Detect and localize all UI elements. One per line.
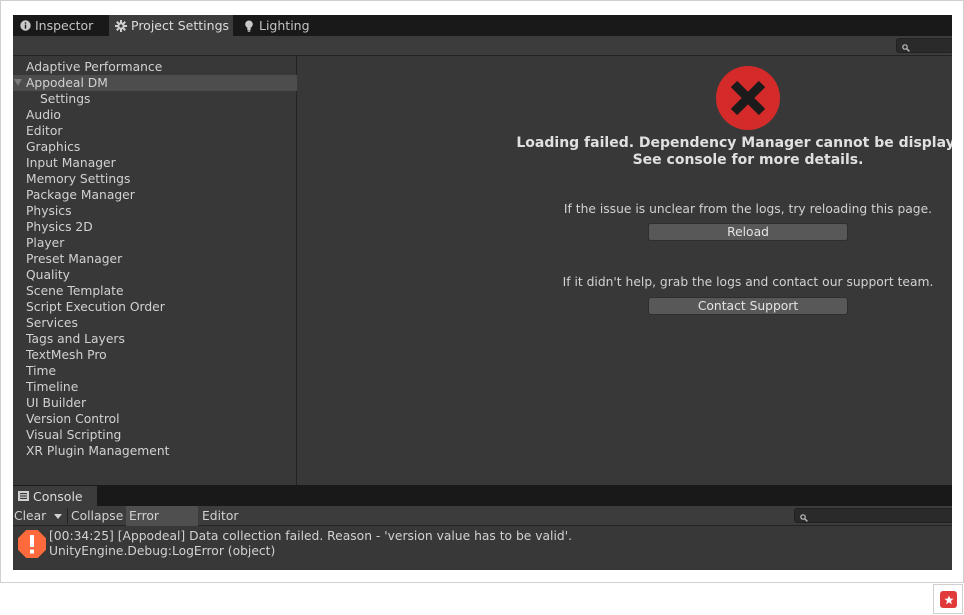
- sidebar-item-label: Quality: [26, 268, 70, 282]
- reload-button[interactable]: Reload: [648, 223, 848, 241]
- sidebar-item-script-execution-order[interactable]: Script Execution Order: [13, 299, 297, 315]
- settings-toolbar: [13, 36, 952, 56]
- sidebar-item-visual-scripting[interactable]: Visual Scripting: [13, 427, 297, 443]
- window-frame: Inspector Project Settings Lighting Adap…: [0, 0, 964, 583]
- error-message: Loading failed. Dependency Manager canno…: [498, 135, 952, 169]
- clear-options-dropdown[interactable]: [50, 506, 64, 526]
- sidebar-item-label: Graphics: [26, 140, 81, 154]
- sidebar-item-time[interactable]: Time: [13, 363, 297, 379]
- console-panel: Console Clear Collapse Error Pause Edito…: [13, 485, 952, 570]
- tab-label: Inspector: [35, 18, 94, 33]
- sidebar-item-physics-2d[interactable]: Physics 2D: [13, 219, 297, 235]
- settings-content: Loading failed. Dependency Manager canno…: [298, 56, 952, 485]
- sidebar-item-label: Package Manager: [26, 188, 135, 202]
- sidebar-item-appodeal-dm[interactable]: Appodeal DM: [13, 75, 297, 91]
- console-tab-bar: Console: [13, 486, 952, 506]
- tab-console[interactable]: Console: [13, 486, 97, 506]
- corner-badge-frame: [933, 584, 963, 614]
- search-icon: [800, 511, 808, 525]
- sidebar-item-label: Editor: [26, 124, 63, 138]
- sidebar-item-label: Input Manager: [26, 156, 116, 170]
- sidebar-item-editor[interactable]: Editor: [13, 123, 297, 139]
- tab-label: Console: [33, 488, 83, 504]
- sidebar-item-package-manager[interactable]: Package Manager: [13, 187, 297, 203]
- sidebar-item-label: Adaptive Performance: [26, 60, 163, 74]
- error-x-icon: [716, 66, 780, 130]
- sidebar-item-label: Physics: [26, 204, 72, 218]
- sidebar-item-label: Physics 2D: [26, 220, 93, 234]
- sidebar-item-memory-settings[interactable]: Memory Settings: [13, 171, 297, 187]
- tab-label: Project Settings: [131, 18, 230, 33]
- sidebar-item-services[interactable]: Services: [13, 315, 297, 331]
- sidebar-item-label: Scene Template: [26, 284, 124, 298]
- error-line-1: Loading failed. Dependency Manager canno…: [516, 135, 952, 151]
- sidebar-item-label: Audio: [26, 108, 61, 122]
- sidebar-item-label: Memory Settings: [26, 172, 131, 186]
- console-toolbar: Clear Collapse Error Pause Editor: [13, 506, 952, 543]
- error-line-2: See console for more details.: [632, 152, 864, 168]
- sidebar-item-version-control[interactable]: Version Control: [13, 411, 297, 427]
- search-icon: [902, 41, 910, 55]
- sidebar-item-preset-manager[interactable]: Preset Manager: [13, 251, 297, 267]
- sidebar-item-audio[interactable]: Audio: [13, 107, 297, 123]
- sidebar-item-label: Visual Scripting: [26, 428, 122, 442]
- sidebar-item-ui-builder[interactable]: UI Builder: [13, 395, 297, 411]
- info-icon: [19, 20, 31, 32]
- editor-dropdown-label: Editor: [202, 509, 239, 523]
- unity-editor: Inspector Project Settings Lighting Adap…: [13, 15, 952, 570]
- sidebar-item-label: Tags and Layers: [26, 332, 125, 346]
- sidebar-item-label: Settings: [40, 92, 91, 106]
- sidebar-item-label: TextMesh Pro: [26, 348, 107, 362]
- sidebar-item-label: Timeline: [26, 380, 79, 394]
- lightbulb-icon: [243, 20, 255, 32]
- sidebar-item-scene-template[interactable]: Scene Template: [13, 283, 297, 299]
- clear-button[interactable]: Clear: [13, 506, 46, 526]
- log-stacktrace: UnityEngine.Debug:LogError (object): [49, 544, 276, 558]
- tab-lighting[interactable]: Lighting: [237, 15, 327, 36]
- sidebar-item-label: Player: [26, 236, 65, 250]
- tab-project-settings[interactable]: Project Settings: [109, 15, 233, 36]
- sidebar-item-tags-and-layers[interactable]: Tags and Layers: [13, 331, 297, 347]
- sidebar-item-label: UI Builder: [26, 396, 87, 410]
- console-list-icon: [18, 491, 29, 501]
- sidebar-item-player[interactable]: Player: [13, 235, 297, 251]
- sidebar-item-label: Version Control: [26, 412, 120, 426]
- sidebar-item-xr-plugin-management[interactable]: XR Plugin Management: [13, 443, 297, 459]
- sidebar-item-label: Script Execution Order: [26, 300, 165, 314]
- console-search-input[interactable]: [794, 508, 952, 523]
- tab-label: Lighting: [259, 18, 310, 33]
- chevron-down-icon: [54, 514, 62, 519]
- collapse-toggle[interactable]: Collapse: [70, 506, 124, 526]
- console-log-entry[interactable]: [00:34:25] [Appodeal] Data collection fa…: [13, 526, 952, 562]
- top-tab-bar: Inspector Project Settings Lighting: [13, 15, 952, 36]
- support-hint: If it didn't help, grab the logs and con…: [562, 275, 934, 289]
- sidebar-item-graphics[interactable]: Graphics: [13, 139, 297, 155]
- error-pause-toggle[interactable]: Error Pause: [126, 506, 198, 543]
- gear-icon: [115, 19, 127, 32]
- sidebar-item-settings[interactable]: Settings: [13, 91, 297, 107]
- sidebar-item-textmesh-pro[interactable]: TextMesh Pro: [13, 347, 297, 363]
- settings-sidebar: Adaptive Performance Appodeal DM Setting…: [13, 56, 297, 485]
- error-octagon-icon: [18, 530, 46, 558]
- sidebar-item-label: Appodeal DM: [26, 76, 108, 90]
- foldout-arrow-icon[interactable]: [14, 79, 22, 86]
- contact-support-button[interactable]: Contact Support: [648, 297, 848, 315]
- settings-search-input[interactable]: [896, 38, 952, 53]
- tab-inspector[interactable]: Inspector: [13, 15, 109, 36]
- sidebar-item-physics[interactable]: Physics: [13, 203, 297, 219]
- log-message: [00:34:25] [Appodeal] Data collection fa…: [49, 529, 572, 543]
- sidebar-item-label: Time: [26, 364, 57, 378]
- reload-hint: If the issue is unclear from the logs, t…: [563, 202, 933, 216]
- sidebar-item-input-manager[interactable]: Input Manager: [13, 155, 297, 171]
- toolbar-divider: [67, 508, 68, 524]
- sidebar-item-timeline[interactable]: Timeline: [13, 379, 297, 395]
- editor-target-dropdown[interactable]: Editor: [201, 506, 249, 539]
- sidebar-item-label: Services: [26, 316, 78, 330]
- sidebar-item-adaptive-performance[interactable]: Adaptive Performance: [13, 59, 297, 75]
- star-badge-icon[interactable]: [940, 591, 957, 608]
- sidebar-item-quality[interactable]: Quality: [13, 267, 297, 283]
- sidebar-item-label: XR Plugin Management: [26, 444, 170, 458]
- sidebar-item-label: Preset Manager: [26, 252, 123, 266]
